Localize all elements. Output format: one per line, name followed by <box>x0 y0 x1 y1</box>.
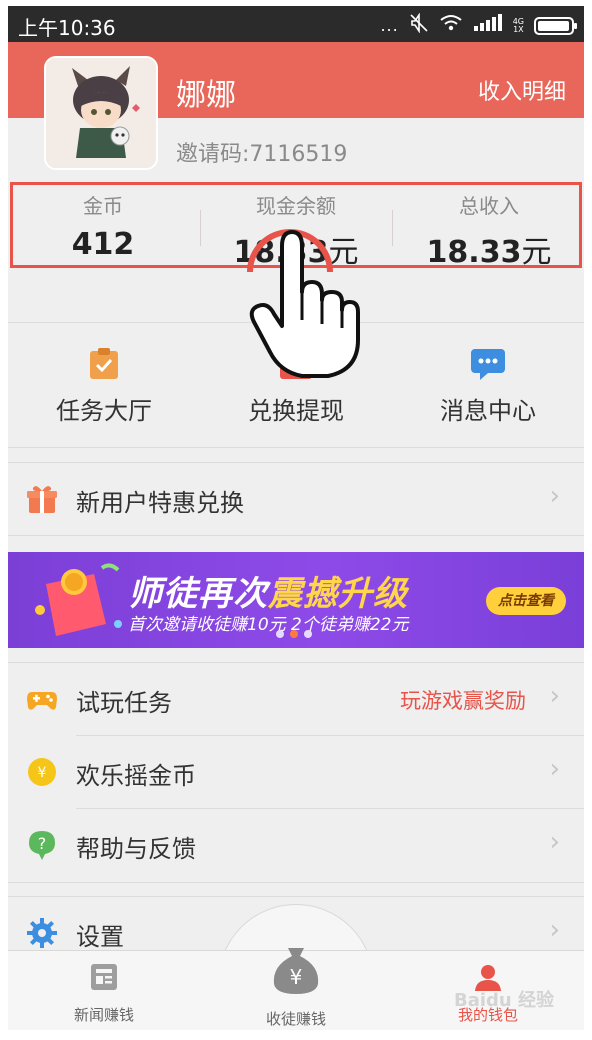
nav-news-earn[interactable]: 新闻赚钱 <box>8 962 200 1025</box>
signal-icon <box>473 13 503 38</box>
divider <box>8 882 584 883</box>
clipboard-check-icon <box>86 347 122 381</box>
chat-bubble-icon <box>470 347 506 381</box>
chevron-right-icon: › <box>549 827 560 857</box>
pager-dot[interactable] <box>276 630 284 638</box>
new-user-label: 新用户特惠兑换 <box>76 489 244 517</box>
stat-income-number: 18.33 <box>426 235 522 270</box>
divider <box>8 535 584 536</box>
list-item-help-feedback[interactable]: ? 帮助与反馈 › <box>8 809 584 881</box>
list-item-shake-coins[interactable]: ¥ 欢乐摇金币 › <box>8 736 584 808</box>
trial-tasks-reward: 玩游戏赢奖励 <box>400 689 526 713</box>
coin-icon: ¥ <box>26 756 58 788</box>
money-bag-icon: ¥ <box>273 948 319 994</box>
exchange-withdraw-label: 兑换提现 <box>248 397 344 425</box>
username: 娜娜 <box>176 78 236 113</box>
banner-title: 师徒再次震撼升级 <box>128 566 408 615</box>
message-center-button[interactable]: 消息中心 <box>392 347 584 426</box>
stat-income-value: 18.33元 <box>394 227 584 271</box>
banner-title-part1: 师徒再次 <box>128 574 268 614</box>
stat-coins-label: 金币 <box>83 194 123 218</box>
help-feedback-label: 帮助与反馈 <box>76 835 196 863</box>
svg-text:?: ? <box>38 834 47 853</box>
pager-dot-active[interactable] <box>290 630 298 638</box>
status-icons: ... 4G 1X <box>380 12 577 38</box>
banner-subtitle: 首次邀请收徒赚10元 2个徒弟赚22元 <box>128 615 409 635</box>
stat-divider <box>392 210 393 246</box>
banner-title-part2: 震撼升级 <box>268 574 408 614</box>
gamepad-icon <box>26 683 58 715</box>
stat-income-unit: 元 <box>521 235 552 270</box>
status-time: 上午10:36 <box>18 16 116 40</box>
battery-icon <box>534 16 577 35</box>
banner-pager <box>276 630 312 638</box>
notification-dots: ... <box>380 16 399 35</box>
stat-coins[interactable]: 金币 412 <box>8 190 198 262</box>
task-hall-label: 任务大厅 <box>56 397 152 425</box>
chevron-right-icon: › <box>549 915 560 945</box>
stat-coins-value: 412 <box>8 227 198 262</box>
invite-code: 邀请码:7116519 <box>176 142 348 167</box>
wifi-icon <box>439 13 463 38</box>
phone-screen: 上午10:36 ... 4G 1X 娜娜 收入明细 邀请码:7116519 金币… <box>8 6 584 1030</box>
nav-recruit-label: 收徒赚钱 <box>265 1010 326 1028</box>
chevron-right-icon: › <box>549 754 560 784</box>
message-center-label: 消息中心 <box>440 397 536 425</box>
chevron-right-icon: › <box>549 681 560 711</box>
status-bar: 上午10:36 ... 4G 1X <box>8 6 584 42</box>
network-1x: 1X <box>513 24 524 34</box>
svg-text:¥: ¥ <box>38 765 47 781</box>
promo-banner[interactable]: 师徒再次震撼升级 首次邀请收徒赚10元 2个徒弟赚22元 点击查看 <box>8 552 584 648</box>
svg-text:¥: ¥ <box>290 965 303 989</box>
gear-icon <box>26 917 58 949</box>
stat-total-income[interactable]: 总收入 18.33元 <box>394 190 584 271</box>
watermark: Baidu 经验 <box>453 990 554 1011</box>
trial-tasks-label: 试玩任务 <box>76 689 172 717</box>
network-type: 4G 1X <box>513 17 524 34</box>
settings-label: 设置 <box>76 923 124 951</box>
red-envelope-icon <box>35 563 122 636</box>
stat-income-label: 总收入 <box>459 194 519 218</box>
income-detail-link[interactable]: 收入明细 <box>478 74 566 106</box>
nav-recruit-earn[interactable]: ¥ 收徒赚钱 <box>200 944 392 1029</box>
question-icon: ? <box>26 829 58 861</box>
banner-view-button[interactable]: 点击查看 <box>486 587 566 615</box>
pager-dot[interactable] <box>304 630 312 638</box>
list-item-trial-tasks[interactable]: 试玩任务 玩游戏赢奖励 › <box>8 663 584 735</box>
stat-coins-number: 412 <box>71 227 135 262</box>
shake-coins-label: 欢乐摇金币 <box>76 762 196 790</box>
tap-hand-icon <box>247 229 360 378</box>
nav-news-label: 新闻赚钱 <box>73 1006 134 1024</box>
mute-icon <box>409 12 429 38</box>
gift-icon <box>26 483 58 515</box>
chevron-right-icon: › <box>549 481 560 511</box>
task-hall-button[interactable]: 任务大厅 <box>8 347 200 426</box>
list-item-new-user[interactable]: 新用户特惠兑换 › <box>8 463 584 535</box>
news-icon <box>91 964 117 990</box>
avatar[interactable] <box>44 56 158 170</box>
